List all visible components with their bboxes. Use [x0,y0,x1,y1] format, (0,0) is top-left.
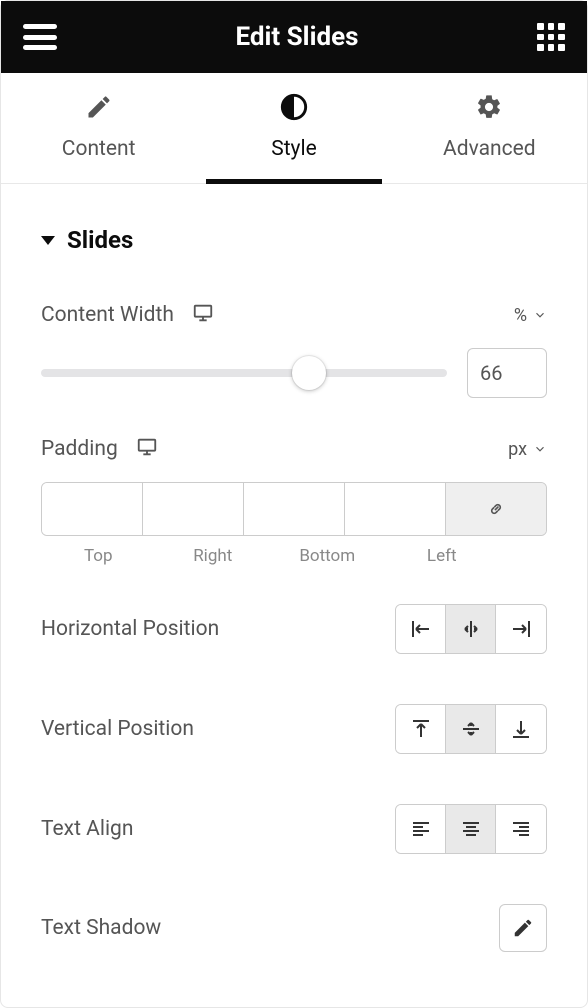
slider-thumb[interactable] [292,356,326,390]
content-width-input[interactable]: 66 [467,348,547,398]
text-shadow-edit-button[interactable] [499,904,547,952]
padding-left-input[interactable] [345,483,445,535]
chevron-down-icon [533,442,547,456]
text-shadow-control: Text Shadow [41,904,547,952]
pencil-icon [512,917,534,939]
horizontal-position-group [395,604,547,654]
pencil-icon [85,93,113,121]
link-icon [486,499,506,519]
section-header[interactable]: Slides [41,226,547,254]
tab-content[interactable]: Content [1,73,196,183]
padding-inputs [41,482,547,536]
padding-right-input[interactable] [143,483,243,535]
h-align-center-button[interactable] [446,605,496,653]
desktop-icon[interactable] [136,436,158,462]
style-panel: Slides Content Width % 66 [1,184,587,982]
tabs: Content Style Advanced [1,73,587,184]
h-align-right-button[interactable] [496,605,546,653]
padding-top-label: Top [41,546,156,566]
vertical-position-control: Vertical Position [41,704,547,754]
section-title: Slides [67,226,133,254]
contrast-icon [280,93,308,121]
menu-icon[interactable] [23,24,57,50]
tab-advanced-label: Advanced [443,137,536,161]
padding-label: Padding [41,437,118,461]
v-align-top-button[interactable] [396,705,446,753]
tab-content-label: Content [62,137,136,161]
padding-bottom-input[interactable] [244,483,344,535]
padding-unit-label: px [508,439,527,460]
content-width-control: Content Width % 66 [41,302,547,398]
padding-control: Padding px Top Right Bottom Left [41,436,547,566]
text-shadow-label: Text Shadow [41,916,161,940]
caret-down-icon [41,236,55,245]
page-title: Edit Slides [236,22,359,52]
padding-bottom-label: Bottom [270,546,385,566]
v-align-middle-button[interactable] [446,705,496,753]
tab-style-label: Style [271,137,317,161]
padding-unit-select[interactable]: px [508,439,547,460]
text-align-control: Text Align [41,804,547,854]
text-align-center-button[interactable] [446,805,496,853]
text-align-right-button[interactable] [496,805,546,853]
horizontal-position-label: Horizontal Position [41,617,219,641]
desktop-icon[interactable] [192,302,214,328]
vertical-position-label: Vertical Position [41,717,194,741]
gear-icon [475,93,503,121]
v-align-bottom-button[interactable] [496,705,546,753]
link-values-button[interactable] [446,483,546,535]
chevron-down-icon [533,308,547,322]
padding-right-label: Right [156,546,271,566]
apps-grid-icon[interactable] [537,23,565,51]
vertical-position-group [395,704,547,754]
text-align-label: Text Align [41,817,133,841]
top-bar: Edit Slides [1,1,587,73]
padding-top-input[interactable] [42,483,142,535]
text-align-left-button[interactable] [396,805,446,853]
content-width-slider[interactable] [41,359,447,387]
tab-style[interactable]: Style [196,73,391,183]
tab-advanced[interactable]: Advanced [392,73,587,183]
horizontal-position-control: Horizontal Position [41,604,547,654]
content-width-unit-label: % [514,305,527,326]
text-align-group [395,804,547,854]
content-width-unit-select[interactable]: % [514,305,547,326]
content-width-label: Content Width [41,303,174,327]
h-align-left-button[interactable] [396,605,446,653]
padding-left-label: Left [385,546,500,566]
